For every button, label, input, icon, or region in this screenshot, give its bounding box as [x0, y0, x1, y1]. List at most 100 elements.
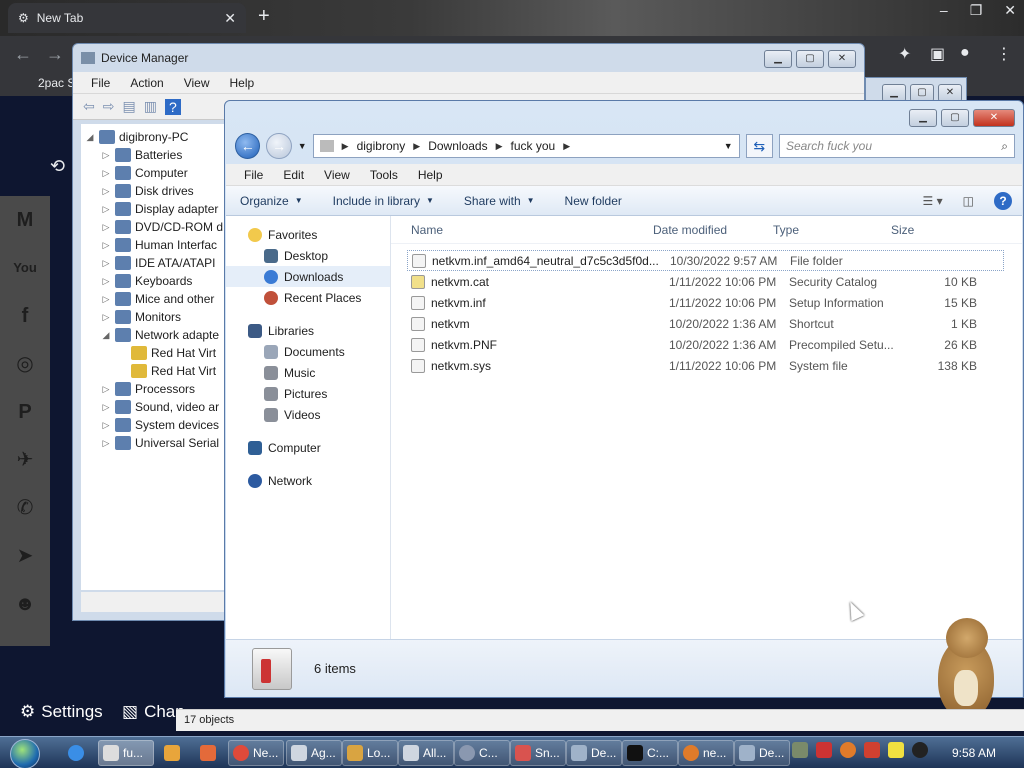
address-bar[interactable]: ▶ digibrony ▶ Downloads ▶ fuck you ▶ ▼: [312, 134, 740, 158]
file-row[interactable]: netkvm.cat 1/11/2022 10:06 PM Security Cat…: [391, 271, 1022, 292]
device-tree-item[interactable]: ▷ Keyboards: [85, 272, 229, 290]
back-icon[interactable]: ⇦: [83, 98, 95, 115]
tree-expand-icon[interactable]: ▷: [101, 276, 111, 287]
facebook-icon[interactable]: f: [9, 300, 41, 332]
column-name[interactable]: Name: [391, 223, 653, 237]
tray-v-icon[interactable]: [816, 742, 832, 758]
tree-expand-icon[interactable]: ▷: [101, 402, 111, 413]
menu-view[interactable]: View: [324, 168, 350, 182]
close-icon[interactable]: ✕: [828, 50, 856, 68]
view-options-icon[interactable]: ☰ ▾: [923, 194, 943, 208]
bookmark-item[interactable]: 2pac S: [38, 76, 75, 90]
tray-volume-icon[interactable]: [912, 742, 928, 758]
breadcrumb-digibrony[interactable]: digibrony: [357, 139, 406, 153]
device-tree-item[interactable]: ▷ IDE ATA/ATAPI: [85, 254, 229, 272]
device-tree-item[interactable]: ▷ Human Interfac: [85, 236, 229, 254]
forward-arrow-icon[interactable]: →: [46, 44, 64, 65]
column-date[interactable]: Date modified: [653, 223, 773, 237]
pinterest-icon[interactable]: P: [9, 396, 41, 428]
device-manager-titlebar[interactable]: Device Manager: [73, 44, 864, 72]
properties-icon[interactable]: ▤: [122, 98, 135, 115]
share-with-button[interactable]: Share with ▼: [464, 194, 535, 208]
organize-button[interactable]: Organize ▼: [240, 194, 303, 208]
device-tree-item[interactable]: ▷ Disk drives: [85, 182, 229, 200]
tree-expand-icon[interactable]: ▷: [101, 294, 111, 305]
tree-expand-icon[interactable]: ▷: [101, 258, 111, 269]
nav-videos[interactable]: Videos: [226, 404, 390, 425]
nav-network[interactable]: Network: [226, 470, 390, 491]
help-icon[interactable]: ?: [164, 98, 181, 115]
start-button[interactable]: [10, 739, 40, 768]
file-row[interactable]: netkvm.inf 1/11/2022 10:06 PM Setup Inform…: [391, 292, 1022, 313]
column-size[interactable]: Size: [891, 223, 951, 237]
breadcrumb-separator-icon[interactable]: ▶: [496, 141, 503, 152]
tree-expand-icon[interactable]: ▷: [101, 438, 111, 449]
device-tree-item[interactable]: ▷ Display adapter: [85, 200, 229, 218]
taskbar-item-chrome[interactable]: Ne...: [228, 740, 284, 766]
taskbar-item-de2[interactable]: De...: [734, 740, 790, 766]
taskbar-item-all[interactable]: All...: [398, 740, 454, 766]
search-input[interactable]: Search fuck you ⌕: [778, 134, 1016, 158]
new-tab-button[interactable]: +: [258, 6, 270, 26]
file-row[interactable]: netkvm.inf_amd64_neutral_d7c5c3d5f0d... 1…: [407, 250, 1004, 271]
device-tree-item[interactable]: ▷ DVD/CD-ROM d: [85, 218, 229, 236]
breadcrumb-downloads[interactable]: Downloads: [428, 139, 487, 153]
tray-flag-icon[interactable]: [864, 742, 880, 758]
device-tree-item[interactable]: ▷ Processors: [85, 380, 229, 398]
device-tree-item[interactable]: Red Hat Virt: [85, 362, 229, 380]
breadcrumb-separator-icon[interactable]: ▶: [413, 141, 420, 152]
menu-action[interactable]: Action: [130, 76, 163, 90]
menu-view[interactable]: View: [184, 76, 210, 90]
tab-close-icon[interactable]: ✕: [224, 10, 236, 27]
tree-expand-icon[interactable]: ◢: [101, 330, 111, 341]
help-icon[interactable]: ?: [994, 191, 1012, 210]
menu-file[interactable]: File: [91, 76, 110, 90]
taskbar-item-c[interactable]: C...: [454, 740, 510, 766]
menu-icon[interactable]: ⋮: [996, 44, 1012, 64]
device-tree-item[interactable]: ▷ Universal Serial: [85, 434, 229, 452]
profile-icon[interactable]: ●: [960, 44, 970, 62]
clock[interactable]: 9:58 AM: [952, 746, 996, 760]
taskbar-item-search[interactable]: ne...: [678, 740, 734, 766]
browser-tab[interactable]: ⚙ New Tab ✕: [8, 3, 246, 33]
preview-pane-icon[interactable]: ◫: [963, 194, 974, 208]
whatsapp-icon[interactable]: ✆: [9, 492, 41, 524]
tree-expand-icon[interactable]: ▷: [101, 384, 111, 395]
reddit-icon[interactable]: ☻: [9, 588, 41, 620]
tree-expand-icon[interactable]: ▷: [101, 222, 111, 233]
close-icon[interactable]: ✕: [1004, 2, 1016, 19]
nav-music[interactable]: Music: [226, 362, 390, 383]
nav-favorites[interactable]: Favorites: [226, 224, 390, 245]
tree-expand-icon[interactable]: ▷: [101, 240, 111, 251]
tree-expand-icon[interactable]: ▷: [101, 420, 111, 431]
search-icon[interactable]: ⌕: [1001, 139, 1008, 154]
twitter-icon[interactable]: ✈: [9, 444, 41, 476]
nav-downloads[interactable]: Downloads: [226, 266, 390, 287]
nav-recent-places[interactable]: Recent Places: [226, 287, 390, 308]
youtube-icon[interactable]: You: [9, 252, 41, 284]
maximize-icon[interactable]: ❐: [970, 2, 983, 19]
menu-tools[interactable]: Tools: [370, 168, 398, 182]
tray-icon[interactable]: [792, 742, 808, 758]
new-folder-button[interactable]: New folder: [565, 194, 622, 208]
taskbar-item-sn[interactable]: Sn...: [510, 740, 566, 766]
nav-desktop[interactable]: Desktop: [226, 245, 390, 266]
extensions-icon[interactable]: ✦: [898, 44, 911, 64]
media-icon[interactable]: [160, 740, 184, 766]
minimize-icon[interactable]: –: [940, 2, 948, 19]
taskbar-item-ag[interactable]: Ag...: [286, 740, 342, 766]
minimize-icon[interactable]: ▁: [764, 50, 792, 68]
taskbar-item-explorer[interactable]: fu...: [98, 740, 154, 766]
telegram-icon[interactable]: ➤: [9, 540, 41, 572]
nav-pictures[interactable]: Pictures: [226, 383, 390, 404]
breadcrumb-separator-icon[interactable]: ▶: [342, 141, 349, 152]
include-in-library-button[interactable]: Include in library ▼: [333, 194, 434, 208]
tree-expand-icon[interactable]: ▷: [101, 186, 111, 197]
taskbar-item-lo[interactable]: Lo...: [342, 740, 398, 766]
breadcrumb-separator-icon[interactable]: ▶: [563, 141, 570, 152]
tree-expand-icon[interactable]: ▷: [101, 168, 111, 179]
tree-expand-icon[interactable]: ◢: [85, 132, 95, 143]
file-row[interactable]: netkvm 10/20/2022 1:36 AM Shortcut 1 KB: [391, 313, 1022, 334]
recent-pages-icon[interactable]: ▼: [298, 141, 307, 151]
device-tree-item[interactable]: ▷ Batteries: [85, 146, 229, 164]
